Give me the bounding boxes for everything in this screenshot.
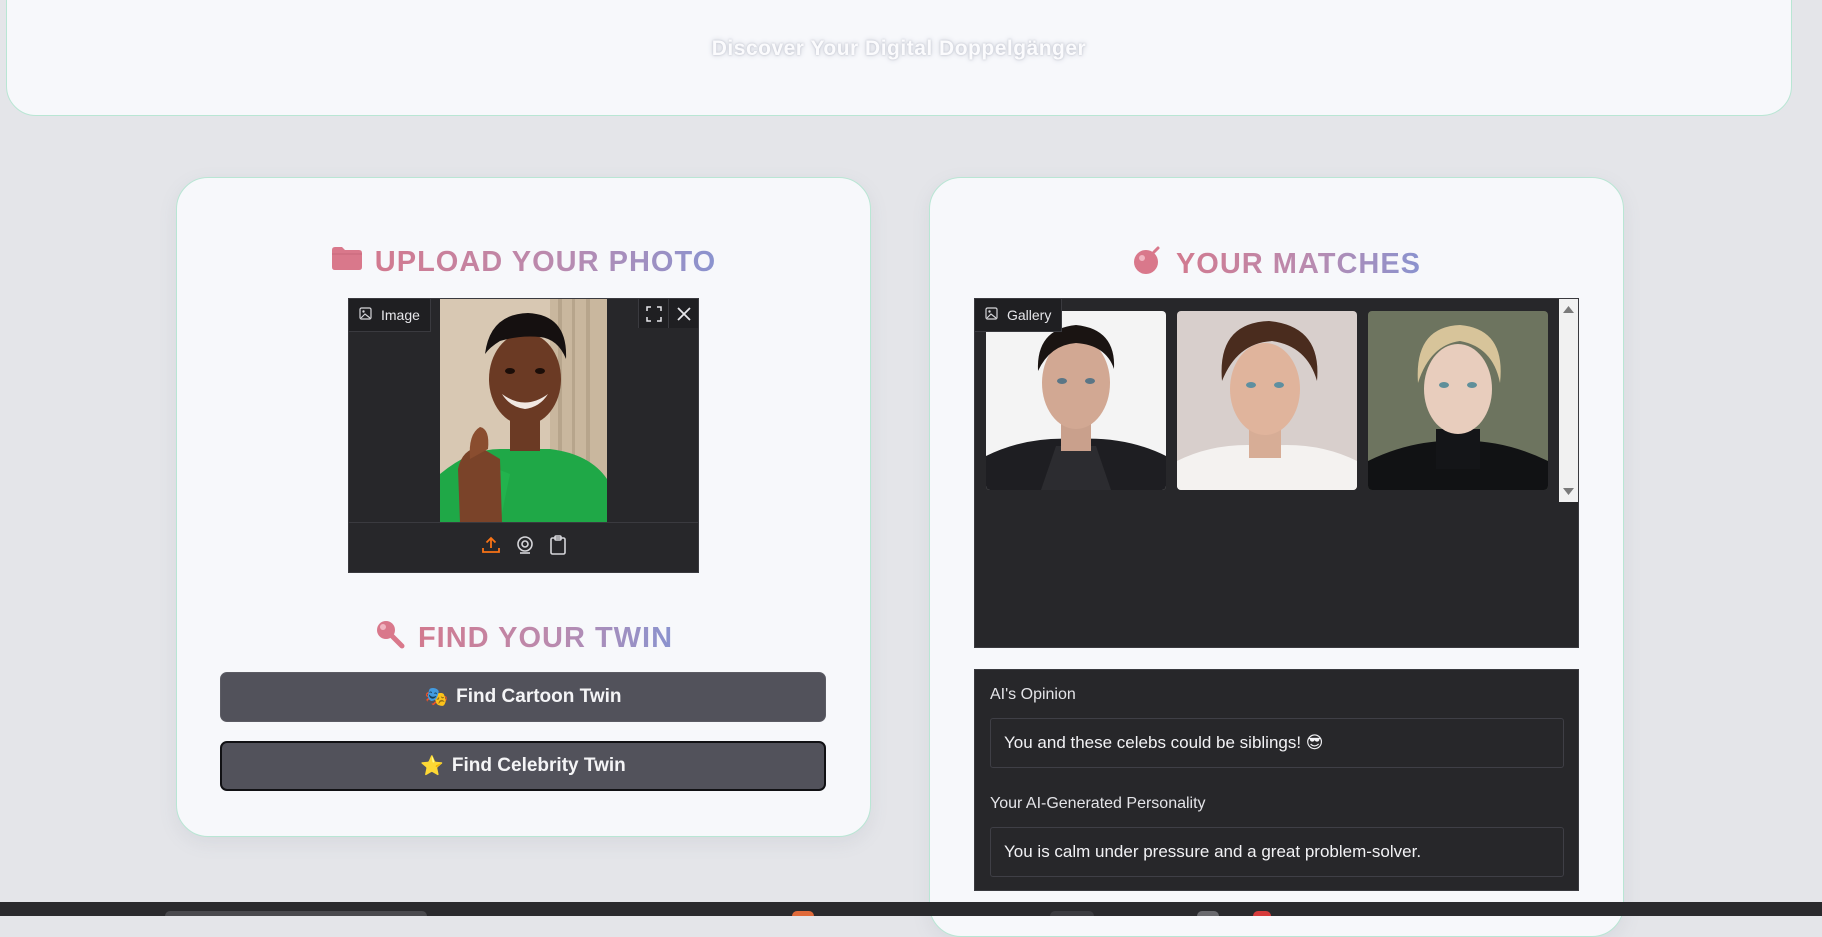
os-taskbar — [0, 902, 1822, 916]
gallery-scrollbar[interactable] — [1559, 299, 1578, 502]
folder-icon — [331, 245, 363, 279]
gallery-label-text: Gallery — [1007, 307, 1052, 323]
gallery-label-badge: Gallery — [975, 299, 1063, 332]
taskbar-app-icon[interactable] — [1253, 911, 1271, 916]
clipboard-icon[interactable] — [549, 535, 567, 560]
upload-panel: UPLOAD YOUR PHOTO Image FIND YOUR TWIN 🎭… — [176, 177, 871, 837]
upload-icon[interactable] — [481, 535, 501, 560]
image-label-badge: Image — [349, 299, 431, 332]
uploaded-photo — [440, 299, 607, 523]
image-input[interactable]: Image — [348, 298, 699, 573]
opinion-field[interactable]: You and these celebs could be siblings! … — [990, 718, 1564, 768]
ai-output-box: AI's Opinion You and these celebs could … — [974, 669, 1579, 891]
find-celebrity-twin-button[interactable]: ⭐ Find Celebrity Twin — [220, 741, 826, 791]
personality-label: Your AI-Generated Personality — [990, 795, 1206, 812]
matches-section-title: YOUR MATCHES — [930, 245, 1623, 283]
upload-section-title: UPLOAD YOUR PHOTO — [177, 245, 870, 279]
match-gallery: Gallery — [974, 298, 1579, 648]
header-card: Discover Your Digital Doppelgänger — [6, 0, 1792, 116]
image-label-text: Image — [381, 307, 420, 323]
celebrity-match-2[interactable] — [1177, 311, 1357, 490]
taskbar-app-icon[interactable] — [1050, 911, 1094, 916]
theater-masks-icon: 🎭 — [424, 687, 449, 708]
image-icon — [359, 307, 372, 323]
taskbar-search[interactable] — [165, 911, 427, 916]
find-celebrity-twin-label: Find Celebrity Twin — [451, 755, 626, 776]
matches-title-text: YOUR MATCHES — [1175, 247, 1422, 280]
close-icon[interactable] — [668, 299, 698, 328]
celebrity-match-3[interactable] — [1368, 311, 1548, 490]
find-section-title: FIND YOUR TWIN — [177, 618, 870, 658]
celebrity-match-1[interactable] — [986, 311, 1166, 490]
opinion-label: AI's Opinion — [990, 686, 1076, 703]
header-subtitle: Discover Your Digital Doppelgänger — [711, 37, 1087, 60]
upload-title-text: UPLOAD YOUR PHOTO — [374, 245, 717, 278]
gallery-icon — [985, 307, 998, 323]
webcam-icon[interactable] — [515, 535, 535, 560]
magnifier-icon — [374, 618, 406, 658]
find-cartoon-twin-button[interactable]: 🎭 Find Cartoon Twin — [220, 672, 826, 722]
image-source-bar — [349, 522, 698, 572]
bomb-icon — [1132, 245, 1164, 283]
personality-field[interactable]: You is calm under pressure and a great p… — [990, 827, 1564, 877]
matches-panel: YOUR MATCHES Gallery AI's Opinion You an… — [929, 177, 1624, 937]
find-cartoon-twin-label: Find Cartoon Twin — [456, 686, 622, 707]
image-toolbar — [638, 299, 698, 328]
find-title-text: FIND YOUR TWIN — [417, 621, 674, 654]
taskbar-app-icon[interactable] — [792, 911, 814, 916]
taskbar-app-icon[interactable] — [1197, 911, 1219, 916]
star-icon: ⭐ — [420, 756, 444, 777]
fullscreen-icon[interactable] — [638, 299, 668, 328]
